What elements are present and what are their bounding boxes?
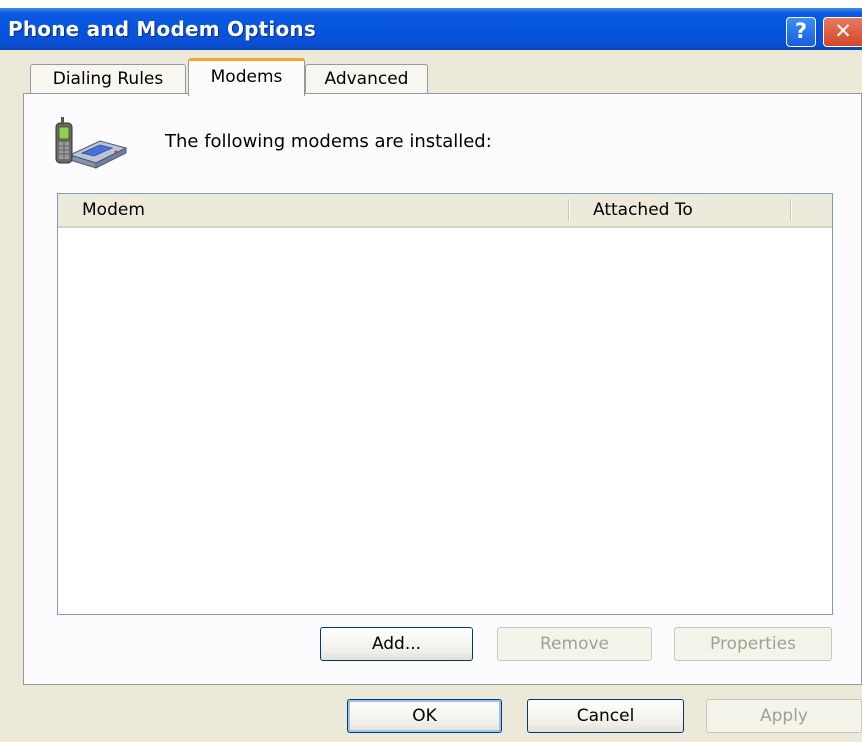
ok-button[interactable]: OK (347, 699, 502, 733)
installed-modems-label: The following modems are installed: (165, 131, 492, 152)
properties-button[interactable]: Properties (674, 627, 832, 661)
close-icon: ✕ (834, 19, 852, 43)
add-button[interactable]: Add... (320, 627, 473, 661)
column-divider[interactable] (568, 199, 570, 221)
apply-button[interactable]: Apply (706, 699, 862, 733)
help-button[interactable]: ? (786, 17, 816, 47)
tab-dialing-rules[interactable]: Dialing Rules (30, 64, 186, 94)
window-title: Phone and Modem Options (8, 17, 316, 41)
column-header-attached-to[interactable]: Attached To (593, 194, 785, 226)
list-body[interactable] (58, 228, 832, 614)
list-header: Modem Attached To (58, 194, 832, 228)
close-button[interactable]: ✕ (823, 17, 862, 47)
cancel-button[interactable]: Cancel (527, 699, 684, 733)
phone-modem-icon (48, 115, 128, 175)
column-header-modem[interactable]: Modem (82, 194, 562, 226)
title-bar[interactable]: Phone and Modem Options ? ✕ (0, 8, 862, 50)
tab-advanced[interactable]: Advanced (305, 64, 428, 94)
column-divider[interactable] (790, 199, 792, 221)
help-icon: ? (794, 19, 808, 43)
tab-modems[interactable]: Modems (188, 58, 305, 96)
remove-button[interactable]: Remove (497, 627, 652, 661)
modems-list[interactable]: Modem Attached To (57, 193, 833, 615)
